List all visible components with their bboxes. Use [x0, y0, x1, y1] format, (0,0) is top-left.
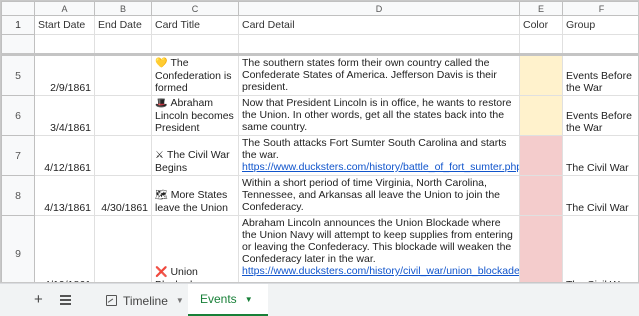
card-title-cell[interactable]: 🗺 More States leave the Union [151, 175, 239, 216]
start-date-cell[interactable]: 3/4/1861 [34, 95, 95, 136]
card-detail-cell[interactable]: Within a short period of time Virginia, … [238, 175, 520, 216]
end-date-cell[interactable] [94, 135, 152, 176]
header-start-date[interactable]: Start Date [34, 15, 95, 35]
tab-events[interactable]: Events ▼ [188, 284, 268, 316]
color-cell[interactable] [519, 95, 563, 136]
sheet-list-icon[interactable] [60, 295, 71, 305]
header-group[interactable]: Group [562, 15, 638, 35]
start-date-cell[interactable]: 4/19/1861 [34, 215, 95, 282]
card-detail-text: The South attacks Fort Sumter South Caro… [242, 137, 507, 161]
frozen-divider [1, 34, 638, 56]
card-detail-text: Abraham Lincoln announces the Union Bloc… [242, 217, 513, 265]
spreadsheet-grid[interactable]: A B C D E F 1 Start Date End Date Card T… [0, 0, 639, 283]
header-row: 1 Start Date End Date Card Title Card De… [1, 15, 638, 35]
map-icon: 🗺 [155, 190, 168, 201]
group-cell[interactable]: The Civil War [562, 215, 638, 282]
top-hat-icon: 🎩 [155, 98, 168, 109]
row-header[interactable]: 5 [1, 54, 35, 96]
group-cell[interactable]: Events Before the War [562, 95, 638, 136]
header-card-title[interactable]: Card Title [151, 15, 239, 35]
end-date-cell[interactable] [94, 54, 152, 96]
card-title-cell[interactable]: ⚔ The Civil War Begins [151, 135, 239, 176]
ducksters-fort-sumter-link[interactable]: https://www.ducksters.com/history/battle… [242, 161, 519, 173]
tab-label: Events [200, 292, 237, 306]
color-cell[interactable] [519, 215, 563, 282]
header-color[interactable]: Color [519, 15, 563, 35]
group-cell[interactable]: Events Before the War [562, 54, 638, 96]
card-title-cell[interactable]: 🎩 Abraham Lincoln becomes President [151, 95, 239, 136]
column-header-row: A B C D E F [1, 1, 638, 16]
table-row: 7 4/12/1861 ⚔ The Civil War Begins The So… [1, 135, 638, 176]
color-cell[interactable] [519, 175, 563, 216]
group-cell[interactable]: The Civil War [562, 135, 638, 176]
color-cell[interactable] [519, 54, 563, 96]
column-header-c[interactable]: C [151, 1, 239, 16]
color-cell[interactable] [519, 135, 563, 176]
select-all-corner[interactable] [1, 1, 35, 16]
table-row: 6 3/4/1861 🎩 Abraham Lincoln becomes Pres… [1, 95, 638, 136]
end-date-cell[interactable] [94, 95, 152, 136]
tab-label: Timeline [123, 293, 168, 308]
ducksters-union-blockade-link[interactable]: https://www.ducksters.com/history/civil_… [242, 265, 519, 277]
column-header-a[interactable]: A [34, 1, 95, 16]
end-date-cell[interactable]: 4/30/1861 [94, 175, 152, 216]
table-row: 5 2/9/1861 💛 The Confederation is formed … [1, 54, 638, 96]
start-date-cell[interactable]: 4/13/1861 [34, 175, 95, 216]
crossed-swords-icon: ⚔ [155, 150, 164, 161]
tab-timeline[interactable]: Timeline ▼ [96, 284, 188, 316]
header-card-detail[interactable]: Card Detail [238, 15, 520, 35]
card-detail-cell[interactable]: The South attacks Fort Sumter South Caro… [238, 135, 520, 176]
chevron-down-icon[interactable]: ▼ [176, 296, 184, 305]
card-title-cell[interactable]: ❌Union Blockade [151, 215, 239, 282]
chevron-down-icon[interactable]: ▼ [245, 295, 253, 304]
row-header[interactable]: 8 [1, 175, 35, 216]
card-title-text: The Civil War Begins [155, 149, 230, 174]
timeline-icon [106, 295, 117, 306]
column-header-b[interactable]: B [94, 1, 152, 16]
column-header-d[interactable]: D [238, 1, 520, 16]
row-header[interactable]: 9 [1, 215, 35, 282]
row-header[interactable]: 6 [1, 95, 35, 136]
sheet-tab-bar: + Timeline ▼ Events ▼ [0, 283, 639, 316]
plus-icon[interactable]: + [34, 292, 43, 308]
column-header-e[interactable]: E [519, 1, 563, 16]
end-date-cell[interactable] [94, 215, 152, 282]
header-end-date[interactable]: End Date [94, 15, 152, 35]
row-header[interactable]: 7 [1, 135, 35, 176]
card-detail-cell[interactable]: The southern states form their own count… [238, 54, 520, 96]
cross-mark-icon: ❌ [155, 267, 168, 278]
start-date-cell[interactable]: 2/9/1861 [34, 54, 95, 96]
row-header-1[interactable]: 1 [1, 15, 35, 35]
group-cell[interactable]: The Civil War [562, 175, 638, 216]
table-row: 9 4/19/1861 ❌Union Blockade Abraham Linc… [1, 215, 638, 282]
heart-icon: 💛 [155, 58, 168, 69]
card-detail-cell[interactable]: Abraham Lincoln announces the Union Bloc… [238, 215, 520, 282]
card-detail-cell[interactable]: Now that President Lincoln is in office,… [238, 95, 520, 136]
table-row: 8 4/13/1861 4/30/1861 🗺 More States leave… [1, 175, 638, 216]
card-title-cell[interactable]: 💛 The Confederation is formed [151, 54, 239, 96]
column-header-f[interactable]: F [562, 1, 638, 16]
start-date-cell[interactable]: 4/12/1861 [34, 135, 95, 176]
